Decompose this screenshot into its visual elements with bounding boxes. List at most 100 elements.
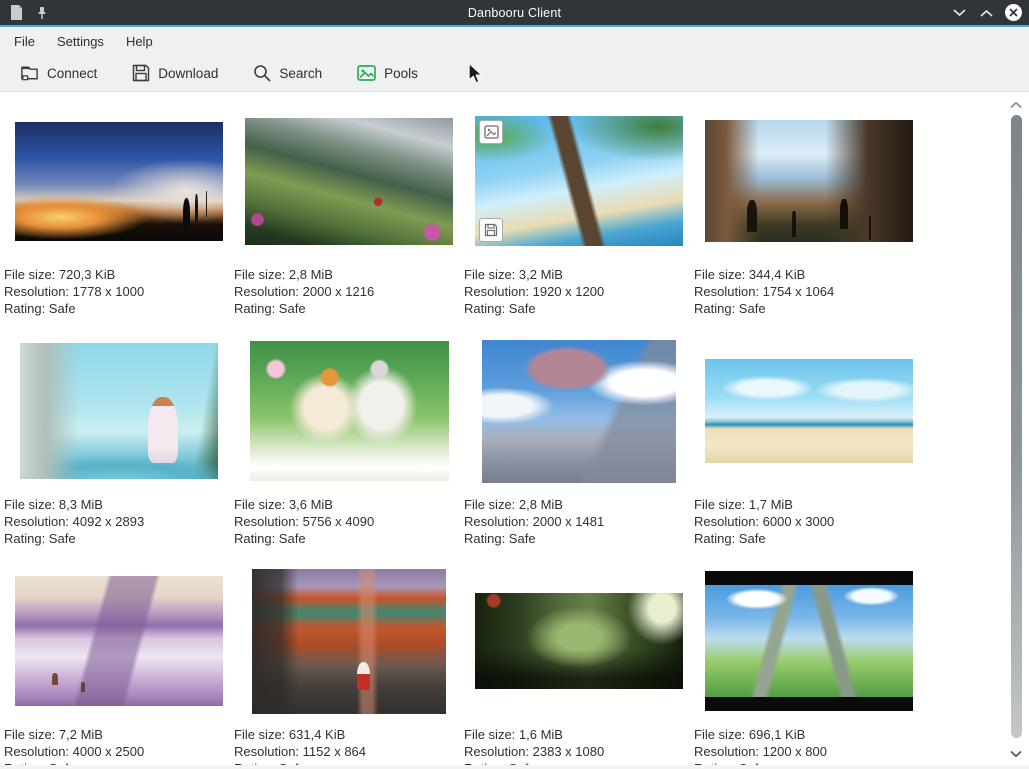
window-title: Danbooru Client xyxy=(0,6,1029,20)
file-size-text: File size: 720,3 KiB xyxy=(4,266,234,283)
menu-settings[interactable]: Settings xyxy=(46,29,115,54)
post-cell: File size: 344,4 KiB Resolution: 1754 x … xyxy=(694,96,924,326)
menu-file[interactable]: File xyxy=(3,29,46,54)
thumbnail-area xyxy=(694,96,924,266)
file-size-text: File size: 696,1 KiB xyxy=(694,726,924,743)
vertical-scrollbar[interactable] xyxy=(1006,96,1026,763)
post-list-view: File size: 720,3 KiB Resolution: 1778 x … xyxy=(0,92,1029,765)
menubar: File Settings Help xyxy=(0,27,1029,55)
post-grid: File size: 720,3 KiB Resolution: 1778 x … xyxy=(4,92,1029,765)
post-meta: File size: 3,2 MiB Resolution: 1920 x 12… xyxy=(464,266,694,317)
search-button[interactable]: Search xyxy=(243,58,331,88)
maximize-button[interactable] xyxy=(977,4,995,22)
post-meta: File size: 8,3 MiB Resolution: 4092 x 28… xyxy=(4,496,234,547)
resolution-text: Resolution: 1778 x 1000 xyxy=(4,283,234,300)
post-cell: File size: 696,1 KiB Resolution: 1200 x … xyxy=(694,556,924,765)
resolution-text: Resolution: 5756 x 4090 xyxy=(234,513,464,530)
connect-icon xyxy=(19,63,40,83)
thumbnail-area xyxy=(694,556,924,726)
window-bottom-edge xyxy=(0,765,1029,769)
post-meta: File size: 3,6 MiB Resolution: 5756 x 40… xyxy=(234,496,464,547)
post-thumbnail[interactable] xyxy=(20,343,218,479)
rating-text: Rating: Safe xyxy=(694,300,924,317)
minimize-button[interactable] xyxy=(950,4,968,22)
thumbnail-area xyxy=(4,96,234,266)
resolution-text: Resolution: 2000 x 1216 xyxy=(234,283,464,300)
post-cell: File size: 1,6 MiB Resolution: 2383 x 10… xyxy=(464,556,694,765)
file-size-text: File size: 2,8 MiB xyxy=(464,496,694,513)
rating-text: Rating: Safe xyxy=(694,530,924,547)
thumbnail-area xyxy=(464,326,694,496)
resolution-text: Resolution: 2383 x 1080 xyxy=(464,743,694,760)
scrollbar-thumb[interactable] xyxy=(1011,115,1022,738)
post-thumbnail[interactable] xyxy=(252,569,446,714)
post-thumbnail[interactable] xyxy=(475,593,683,689)
thumbnail-area xyxy=(234,326,464,496)
download-icon xyxy=(131,63,151,83)
post-meta: File size: 344,4 KiB Resolution: 1754 x … xyxy=(694,266,924,317)
post-thumbnail[interactable] xyxy=(245,118,453,245)
connect-button[interactable]: Connect xyxy=(10,58,106,88)
pools-label: Pools xyxy=(384,66,418,81)
pools-button[interactable]: Pools xyxy=(347,58,427,88)
post-meta: File size: 1,7 MiB Resolution: 6000 x 30… xyxy=(694,496,924,547)
rating-text: Rating: Safe xyxy=(4,300,234,317)
post-cell: File size: 2,8 MiB Resolution: 2000 x 14… xyxy=(464,326,694,556)
post-meta: File size: 2,8 MiB Resolution: 2000 x 12… xyxy=(234,266,464,317)
post-cell: File size: 3,2 MiB Resolution: 1920 x 12… xyxy=(464,96,694,326)
post-meta: File size: 7,2 MiB Resolution: 4000 x 25… xyxy=(4,726,234,765)
post-thumbnail[interactable] xyxy=(705,120,913,242)
post-meta: File size: 720,3 KiB Resolution: 1778 x … xyxy=(4,266,234,317)
resolution-text: Resolution: 6000 x 3000 xyxy=(694,513,924,530)
thumbnail-area xyxy=(464,96,694,266)
rating-text: Rating: Safe xyxy=(464,530,694,547)
search-icon xyxy=(252,63,272,83)
save-image-button[interactable] xyxy=(479,218,503,242)
post-thumbnail[interactable] xyxy=(15,576,223,706)
file-size-text: File size: 3,2 MiB xyxy=(464,266,694,283)
thumbnail-area xyxy=(234,96,464,266)
resolution-text: Resolution: 4000 x 2500 xyxy=(4,743,234,760)
post-meta: File size: 696,1 KiB Resolution: 1200 x … xyxy=(694,726,924,765)
danbooru-client-window: { "theme": { "titlebar_bg": "#30353a", "… xyxy=(0,0,1029,769)
post-thumbnail[interactable] xyxy=(705,359,913,463)
file-size-text: File size: 8,3 MiB xyxy=(4,496,234,513)
thumbnail-area xyxy=(694,326,924,496)
view-image-button[interactable] xyxy=(479,120,503,144)
scroll-down-arrow[interactable] xyxy=(1010,748,1022,760)
thumbnail-area xyxy=(4,326,234,496)
rating-text: Rating: Safe xyxy=(234,300,464,317)
post-cell: File size: 720,3 KiB Resolution: 1778 x … xyxy=(4,96,234,326)
post-thumbnail[interactable] xyxy=(482,340,676,483)
post-thumbnail[interactable] xyxy=(15,122,223,241)
post-thumbnail[interactable] xyxy=(705,571,913,711)
pools-icon xyxy=(356,63,377,83)
download-label: Download xyxy=(158,66,218,81)
titlebar[interactable]: Danbooru Client xyxy=(0,0,1029,25)
close-button[interactable] xyxy=(1004,4,1022,22)
app-icon xyxy=(7,4,25,22)
file-size-text: File size: 1,6 MiB xyxy=(464,726,694,743)
file-size-text: File size: 7,2 MiB xyxy=(4,726,234,743)
file-size-text: File size: 1,7 MiB xyxy=(694,496,924,513)
post-thumbnail[interactable] xyxy=(475,116,683,246)
thumbnail-area xyxy=(464,556,694,726)
post-cell: File size: 2,8 MiB Resolution: 2000 x 12… xyxy=(234,96,464,326)
post-cell: File size: 7,2 MiB Resolution: 4000 x 25… xyxy=(4,556,234,765)
resolution-text: Resolution: 1754 x 1064 xyxy=(694,283,924,300)
download-button[interactable]: Download xyxy=(122,58,227,88)
post-cell: File size: 8,3 MiB Resolution: 4092 x 28… xyxy=(4,326,234,556)
file-size-text: File size: 344,4 KiB xyxy=(694,266,924,283)
thumbnail-area xyxy=(234,556,464,726)
rating-text: Rating: Safe xyxy=(234,530,464,547)
file-size-text: File size: 631,4 KiB xyxy=(234,726,464,743)
menu-help[interactable]: Help xyxy=(115,29,164,54)
thumbnail-area xyxy=(4,556,234,726)
toolbar: Connect Download Search Pools xyxy=(0,55,1029,92)
post-meta: File size: 1,6 MiB Resolution: 2383 x 10… xyxy=(464,726,694,765)
resolution-text: Resolution: 4092 x 2893 xyxy=(4,513,234,530)
post-thumbnail[interactable] xyxy=(250,341,449,481)
resolution-text: Resolution: 1152 x 864 xyxy=(234,743,464,760)
scroll-up-arrow[interactable] xyxy=(1010,99,1022,111)
pin-icon[interactable] xyxy=(33,4,51,22)
